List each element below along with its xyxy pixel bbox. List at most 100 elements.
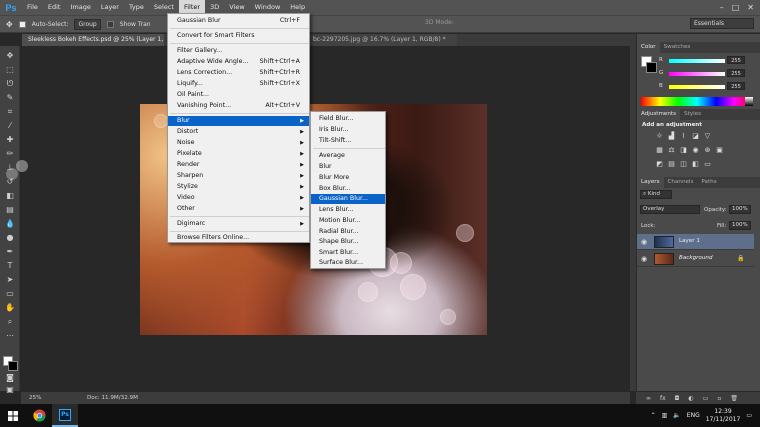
menu-item-gaussian-blur[interactable]: Gaussian Blur...	[311, 194, 385, 204]
quick-select-tool-icon[interactable]: ✎	[4, 92, 16, 103]
delete-layer-icon[interactable]: 🗑	[730, 395, 738, 402]
menu-item-blur[interactable]: Blur ▶	[168, 116, 309, 126]
menu-item-lens-blur[interactable]: Lens Blur...	[311, 205, 385, 215]
color-balance-icon[interactable]: ⚖	[667, 146, 676, 154]
menu-item-stylize[interactable]: Stylize ▶	[168, 182, 309, 192]
menu-item-blur-more[interactable]: Blur More	[311, 173, 385, 183]
slider-blue[interactable]: B 255	[659, 82, 759, 91]
gradient-tool-icon[interactable]: ▤	[4, 204, 16, 215]
visibility-eye-icon[interactable]: ◉	[641, 238, 647, 246]
menu-item-smart-blur[interactable]: Smart Blur...	[311, 248, 385, 258]
menu-item-lens-correction[interactable]: Lens Correction... Shift+Ctrl+R	[168, 68, 309, 78]
healing-brush-tool-icon[interactable]: ✚	[4, 134, 16, 145]
more-tools-icon[interactable]: ⋯	[4, 330, 16, 341]
black-white-icon[interactable]: ◨	[679, 146, 688, 154]
menu-item-average[interactable]: Average	[311, 151, 385, 161]
levels-icon[interactable]: ▟	[667, 132, 676, 140]
blue-slider-track[interactable]	[669, 85, 725, 89]
quick-mask-icon[interactable]: ◙	[4, 372, 16, 383]
menu-item-oil-paint[interactable]: Oil Paint...	[168, 90, 309, 100]
visibility-eye-icon[interactable]: ◉	[641, 255, 647, 263]
background-color-swatch[interactable]	[8, 361, 18, 371]
start-button[interactable]	[0, 404, 26, 427]
menu-item-distort[interactable]: Distort ▶	[168, 127, 309, 137]
layer-style-icon[interactable]: fx	[660, 395, 666, 402]
hand-tool-icon[interactable]: ✋	[4, 302, 16, 313]
menu-item-render[interactable]: Render ▶	[168, 160, 309, 170]
menu-layer[interactable]: Layer	[96, 0, 124, 15]
menu-item-convert-smart-filters[interactable]: Convert for Smart Filters	[168, 31, 309, 41]
marquee-tool-icon[interactable]: ⬚	[4, 64, 16, 75]
menu-type[interactable]: Type	[124, 0, 149, 15]
red-slider-track[interactable]	[669, 59, 725, 63]
menu-item-shape-blur[interactable]: Shape Blur...	[311, 237, 385, 247]
menu-item-radial-blur[interactable]: Radial Blur...	[311, 227, 385, 237]
auto-select-dropdown[interactable]: Group	[74, 18, 101, 30]
hue-saturation-icon[interactable]: ▦	[655, 146, 664, 154]
type-tool-icon[interactable]: T	[4, 260, 16, 271]
menu-item-browse-filters-online[interactable]: Browse Filters Online...	[168, 233, 309, 243]
menu-item-iris-blur[interactable]: Iris Blur...	[311, 125, 385, 135]
menu-item-blur-simple[interactable]: Blur	[311, 162, 385, 172]
move-tool-icon[interactable]: ✥	[4, 50, 16, 61]
menu-item-noise[interactable]: Noise ▶	[168, 138, 309, 148]
menu-image[interactable]: Image	[65, 0, 95, 15]
color-lookup-icon[interactable]: ▣	[715, 146, 724, 154]
menu-item-surface-blur[interactable]: Surface Blur...	[311, 258, 385, 268]
brush-tool-icon[interactable]: ✏	[4, 148, 16, 159]
slider-red[interactable]: R 255	[659, 56, 759, 65]
menu-item-liquify[interactable]: Liquify... Shift+Ctrl+X	[168, 79, 309, 89]
auto-select-checkbox[interactable]	[18, 20, 26, 28]
menu-item-box-blur[interactable]: Box Blur...	[311, 184, 385, 194]
menu-item-video[interactable]: Video ▶	[168, 193, 309, 203]
vibrance-icon[interactable]: ▽	[703, 132, 712, 140]
menu-item-motion-blur[interactable]: Motion Blur...	[311, 216, 385, 226]
show-transform-checkbox[interactable]	[106, 20, 114, 28]
close-button[interactable]: ✕	[747, 3, 754, 12]
tab-channels[interactable]: Channels	[664, 177, 698, 188]
shape-tool-icon[interactable]: ▭	[4, 288, 16, 299]
menu-item-digimarc[interactable]: Digimarc ▶	[168, 219, 309, 229]
menu-item-other[interactable]: Other ▶	[168, 204, 309, 214]
threshold-icon[interactable]: ◫	[679, 160, 688, 168]
blur-tool-icon[interactable]: 💧	[4, 218, 16, 229]
layer-row-background[interactable]: ◉ Background 🔒	[637, 251, 754, 267]
path-select-tool-icon[interactable]: ➤	[4, 274, 16, 285]
green-value[interactable]: 255	[727, 69, 745, 77]
menu-item-vanishing-point[interactable]: Vanishing Point... Alt+Ctrl+V	[168, 101, 309, 111]
photoshop-taskbar-button[interactable]: Ps	[52, 404, 78, 427]
blend-mode-dropdown[interactable]: Overlay	[640, 205, 700, 214]
document-size[interactable]: Doc: 11.9M/32.9M	[51, 395, 138, 401]
channel-mixer-icon[interactable]: ⊛	[703, 146, 712, 154]
new-layer-icon[interactable]: ▫	[717, 395, 721, 402]
layer-filter-kind-dropdown[interactable]: ⌕ Kind	[640, 190, 672, 199]
dodge-tool-icon[interactable]: ●	[4, 232, 16, 243]
pen-tool-icon[interactable]: ✒	[4, 246, 16, 257]
chrome-taskbar-button[interactable]	[26, 404, 52, 427]
tab-swatches[interactable]: Swatches	[660, 42, 695, 53]
tab-layers[interactable]: Layers	[637, 177, 664, 188]
slider-green[interactable]: G 255	[659, 69, 759, 78]
language-indicator[interactable]: ENG	[687, 412, 700, 419]
fill-input[interactable]: 100%	[729, 221, 751, 230]
blue-value[interactable]: 255	[727, 82, 745, 90]
red-value[interactable]: 255	[727, 56, 745, 64]
layer-mask-icon[interactable]: ◘	[675, 395, 680, 402]
screen-mode-icon[interactable]: ▣	[4, 384, 16, 395]
menu-item-sharpen[interactable]: Sharpen ▶	[168, 171, 309, 181]
color-spectrum-bar[interactable]	[641, 97, 753, 106]
green-slider-track[interactable]	[669, 72, 725, 76]
menu-file[interactable]: File	[22, 0, 43, 15]
menu-item-pixelate[interactable]: Pixelate ▶	[168, 149, 309, 159]
zoom-tool-icon[interactable]: ⌕	[4, 316, 16, 327]
tab-styles[interactable]: Styles	[680, 109, 705, 120]
selective-color-icon[interactable]: ◧	[691, 160, 700, 168]
adjustment-layer-icon[interactable]: ◐	[688, 395, 693, 402]
opacity-input[interactable]: 100%	[729, 205, 751, 214]
curves-icon[interactable]: ⌇	[679, 132, 688, 140]
photo-filter-icon[interactable]: ◉	[691, 146, 700, 154]
zoom-level[interactable]: 25%	[21, 395, 51, 401]
menu-item-tilt-shift[interactable]: Tilt-Shift...	[311, 136, 385, 146]
clock[interactable]: 12:39 17/11/2017	[706, 408, 741, 424]
minimize-button[interactable]: –	[720, 3, 724, 12]
